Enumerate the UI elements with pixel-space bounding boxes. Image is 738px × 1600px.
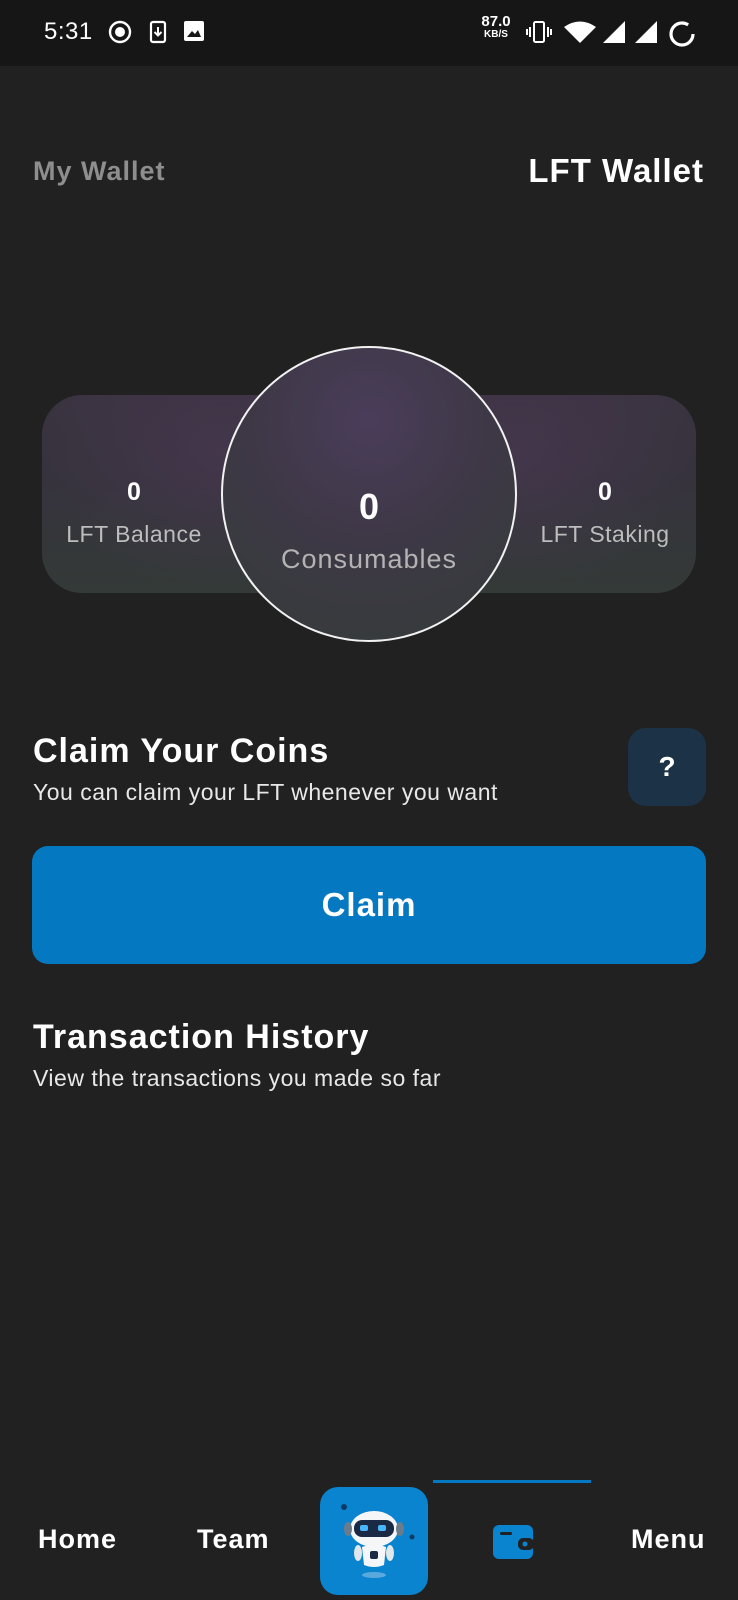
wallet-icon bbox=[493, 1525, 534, 1559]
wifi-icon bbox=[563, 20, 597, 49]
nav-wallet[interactable] bbox=[492, 1524, 534, 1565]
help-button-label: ? bbox=[658, 751, 676, 782]
network-speed-unit: KB/S bbox=[484, 29, 508, 40]
signal-icon bbox=[634, 20, 658, 49]
consumables-circle: 0 Consumables bbox=[221, 346, 517, 642]
claim-subtitle: You can claim your LFT whenever you want bbox=[33, 779, 498, 805]
transaction-history-title: Transaction History bbox=[33, 1018, 370, 1056]
transaction-history-subtitle: View the transactions you made so far bbox=[33, 1065, 442, 1091]
nav-robot-button[interactable] bbox=[320, 1487, 428, 1595]
nav-menu[interactable]: Menu bbox=[631, 1524, 706, 1555]
claim-button-label: Claim bbox=[321, 886, 417, 923]
nav-home[interactable]: Home bbox=[38, 1524, 117, 1555]
claim-button[interactable]: Claim bbox=[32, 846, 706, 964]
lft-staking-label: LFT Staking bbox=[540, 521, 670, 547]
vibrate-icon bbox=[526, 20, 552, 49]
status-time: 5:31 bbox=[44, 18, 93, 45]
my-wallet-tab[interactable]: My Wallet bbox=[33, 156, 166, 187]
battery-loading-icon bbox=[668, 20, 696, 53]
consumables-label: Consumables bbox=[280, 544, 458, 574]
lft-balance-label: LFT Balance bbox=[66, 521, 202, 547]
lft-staking-value: 0 bbox=[598, 478, 612, 506]
claim-title: Claim Your Coins bbox=[33, 732, 330, 770]
robot-icon bbox=[341, 1504, 415, 1578]
network-speed: 87.0 KB/S bbox=[476, 14, 516, 40]
status-bar: 5:31 87.0 KB/S bbox=[0, 0, 738, 66]
lft-staking-stat: 0 LFT Staking bbox=[505, 478, 705, 548]
lft-balance-value: 0 bbox=[127, 478, 141, 506]
download-icon bbox=[148, 20, 168, 49]
nav-team[interactable]: Team bbox=[197, 1524, 270, 1555]
image-icon bbox=[183, 20, 205, 47]
record-icon bbox=[108, 20, 132, 49]
consumables-value: 0 bbox=[358, 486, 380, 527]
signal-icon bbox=[602, 20, 626, 49]
page-title: LFT Wallet bbox=[528, 152, 704, 189]
network-speed-value: 87.0 bbox=[481, 13, 511, 30]
nav-active-indicator bbox=[433, 1480, 591, 1483]
lft-balance-stat: 0 LFT Balance bbox=[34, 478, 234, 548]
help-button[interactable]: ? bbox=[628, 728, 706, 806]
